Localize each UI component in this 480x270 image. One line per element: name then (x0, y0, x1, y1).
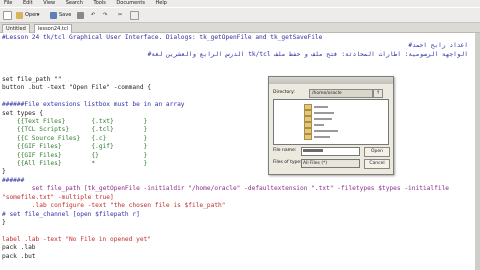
save-icon (50, 11, 57, 19)
open-button[interactable]: Open (364, 147, 390, 157)
code-line: label .lab -text "No File in opened yet" (2, 235, 152, 243)
tab-untitled[interactable]: Untitled (2, 24, 30, 33)
cut-button[interactable]: ✂ (118, 10, 122, 20)
document-tabs: Untitled lesson24.tcl (0, 23, 480, 33)
cancel-button[interactable]: Cancel (364, 159, 390, 169)
code-line: {{Text Files} {.txt} } (2, 118, 148, 126)
code-line: #اعداد رابح احمد (408, 42, 468, 50)
code-line: {{TCL Scripts} {.tcl} } (2, 126, 148, 134)
code-line: set file_path [tk_getOpenFile -initialdi… (2, 185, 450, 193)
files-of-type-label: Files of type: (273, 160, 302, 165)
code-line: {{All Files} * } (2, 160, 148, 168)
menu-tools[interactable]: Tools (94, 0, 106, 6)
menu-file[interactable]: File (4, 0, 12, 6)
redo-button[interactable]: ↷ (103, 10, 107, 20)
file-name-label: File name: (273, 148, 297, 153)
code-line: set types { (2, 109, 43, 117)
code-line: {{GIF Files} {.gif} } (2, 143, 148, 151)
code-line: "somefile.txt" -multiple true] (2, 193, 114, 201)
list-item[interactable] (304, 109, 334, 116)
code-line: pack .but (2, 252, 36, 260)
code-editor[interactable]: #Lesson 24 tk/tcl Graphical User Interfa… (2, 34, 472, 270)
menu-edit[interactable]: Edit (23, 0, 33, 6)
undo-icon: ↶ (91, 12, 96, 18)
code-line: {{GIF Files} {} } (2, 151, 148, 159)
redo-icon: ↷ (103, 12, 108, 18)
list-item[interactable] (304, 115, 332, 122)
code-line: #الدرس الرابع والعشرين لغة tk/tcl الواجه… (147, 50, 468, 58)
code-line: set file_path "" (2, 76, 62, 83)
folder-icon (304, 133, 312, 140)
menu-view[interactable]: View (43, 0, 55, 6)
directory-label: Directory: (273, 90, 295, 95)
up-directory-button[interactable]: ↑ (373, 89, 383, 98)
tab-lesson24[interactable]: lesson24.tcl (34, 24, 72, 33)
code-line: } (2, 168, 6, 176)
undo-button[interactable]: ↶ (91, 10, 95, 20)
toolbar: Open ▾ Save ↶ ↷ ✂ (0, 8, 480, 23)
copy-icon (130, 10, 139, 20)
open-button[interactable]: Open (16, 10, 38, 20)
list-item[interactable] (304, 121, 324, 128)
up-arrow-icon: ↑ (375, 90, 381, 96)
print-icon (77, 11, 84, 19)
save-button[interactable]: Save (50, 10, 71, 20)
code-line: .lab configure -text "the chosen file is… (2, 202, 226, 210)
list-item[interactable] (304, 127, 338, 134)
code-line: ###### (2, 176, 25, 184)
open-file-dialog: Directory: /home/oracle ↑ File name: Ope… (268, 76, 394, 175)
cut-icon: ✂ (118, 12, 123, 18)
code-line: button .but -text "Open File" -command { (2, 84, 152, 92)
menu-search[interactable]: Search (66, 0, 83, 6)
code-line: pack .lab (2, 244, 36, 252)
print-button[interactable] (77, 10, 86, 20)
menu-documents[interactable]: Documents (116, 0, 145, 6)
code-line: {{C Source Files} {.c} } (2, 134, 148, 142)
menu-help[interactable]: Help (156, 0, 167, 6)
dialog-titlebar (269, 77, 393, 84)
toolbar-dropdown[interactable]: ▾ (37, 10, 40, 20)
new-button[interactable] (3, 10, 14, 20)
menu-bar: File Edit View Search Tools Documents He… (0, 0, 480, 7)
copy-button[interactable] (130, 10, 141, 20)
code-line: #Lesson 24 tk/tcl Graphical User Interfa… (2, 34, 323, 41)
window-edge (475, 33, 480, 270)
chevron-down-icon: ▾ (37, 12, 40, 18)
directory-combo[interactable]: /home/oracle (309, 89, 373, 98)
list-item[interactable] (304, 103, 328, 110)
code-line: # set file_channel [open $filepath r] (2, 210, 140, 218)
file-name-input[interactable] (301, 147, 360, 156)
files-of-type-select[interactable]: All Files (*) (301, 159, 360, 168)
list-item[interactable] (304, 133, 330, 140)
file-list[interactable] (273, 99, 389, 145)
code-line: } (2, 218, 6, 226)
folder-icon (16, 11, 23, 19)
new-file-icon (3, 10, 12, 20)
code-line: ######File extensions listbox must be in… (2, 101, 185, 109)
